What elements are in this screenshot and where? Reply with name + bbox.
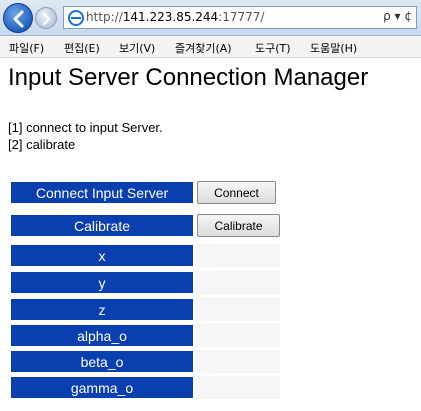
row-gamma: gamma_o [10, 376, 280, 399]
menu-favorites[interactable]: 즐겨찾기(A) [175, 40, 232, 56]
alpha-label: alpha_o [10, 324, 194, 347]
page-title: Input Server Connection Manager [8, 64, 369, 91]
address-bar: http://141.223.85.244:17777/ ρ ▾ ¢ [0, 0, 421, 36]
search-refresh-controls[interactable]: ρ ▾ ¢ [383, 9, 412, 23]
alpha-value [196, 324, 280, 347]
x-value [196, 244, 280, 267]
row-calibrate: Calibrate Calibrate [10, 214, 280, 237]
menu-tools[interactable]: 도구(T) [255, 40, 291, 56]
menu-edit[interactable]: 편집(E) [64, 40, 100, 56]
connect-label: Connect Input Server [10, 181, 194, 204]
arrow-right-icon [42, 12, 51, 26]
row-y: y [10, 271, 280, 294]
calibrate-button[interactable]: Calibrate [197, 214, 280, 237]
beta-label: beta_o [10, 350, 194, 373]
menu-file[interactable]: 파일(F) [9, 40, 44, 56]
beta-value [196, 350, 280, 373]
gamma-label: gamma_o [10, 376, 194, 399]
forward-button[interactable] [35, 7, 57, 29]
z-value [196, 298, 280, 321]
url-text: http://141.223.85.244:17777/ [86, 10, 265, 24]
arrow-left-icon [13, 10, 24, 28]
row-x: x [10, 244, 280, 267]
calibrate-label: Calibrate [10, 214, 194, 237]
instruction-connect: [1] connect to input Server. [8, 120, 163, 135]
row-beta: beta_o [10, 350, 280, 373]
x-label: x [10, 244, 194, 267]
url-input[interactable]: http://141.223.85.244:17777/ ρ ▾ ¢ [63, 6, 417, 29]
menu-bar: 파일(F) 편집(E) 보기(V) 즐겨찾기(A) 도구(T) 도움말(H) [0, 36, 421, 58]
z-label: z [10, 298, 194, 321]
row-connect: Connect Input Server Connect [10, 181, 280, 204]
connect-button[interactable]: Connect [197, 181, 276, 204]
instruction-calibrate: [2] calibrate [8, 137, 76, 152]
menu-view[interactable]: 보기(V) [119, 40, 155, 56]
row-z: z [10, 298, 280, 321]
menu-help[interactable]: 도움말(H) [310, 40, 357, 56]
gamma-value [196, 376, 280, 399]
back-button[interactable] [3, 3, 33, 33]
row-alpha: alpha_o [10, 324, 280, 347]
ie-logo-icon [68, 10, 84, 26]
y-value [196, 271, 280, 294]
y-label: y [10, 271, 194, 294]
